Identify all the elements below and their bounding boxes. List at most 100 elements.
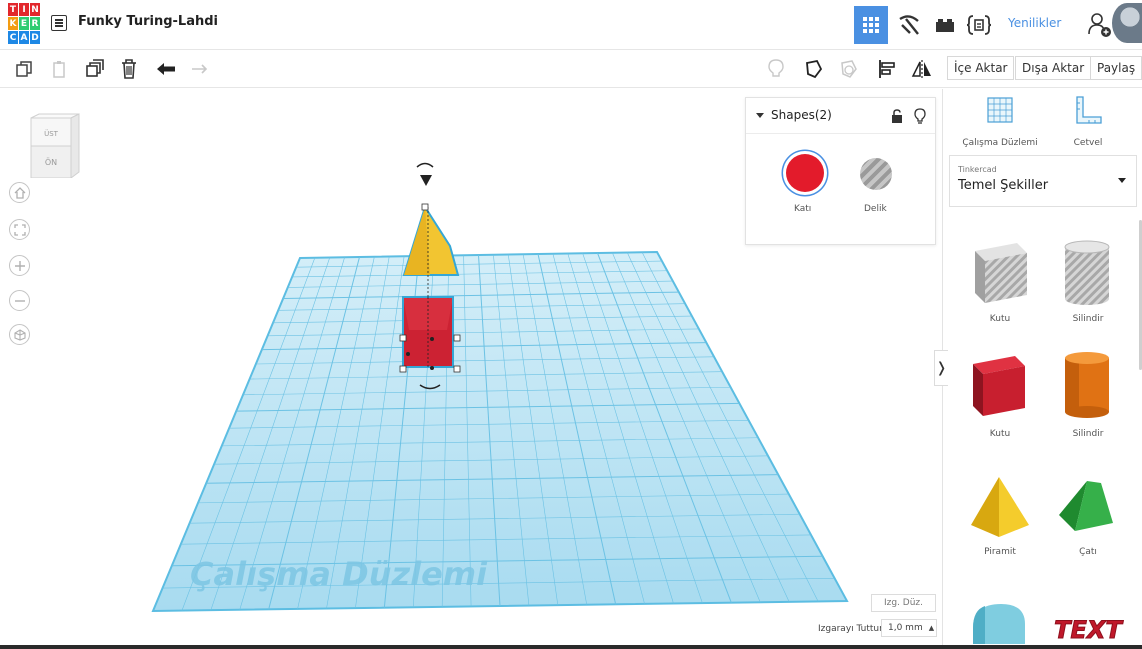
- user-avatar[interactable]: [1112, 3, 1142, 43]
- fit-view-icon[interactable]: [9, 219, 30, 240]
- roof-icon: [1059, 481, 1113, 531]
- library-source: Tinkercad: [958, 165, 997, 174]
- box-icon: [973, 356, 1025, 416]
- shape-label: Silindir: [1072, 314, 1104, 324]
- logo-letter: D: [30, 31, 40, 44]
- edit-grid-button[interactable]: Izg. Düz.: [871, 594, 936, 612]
- pickaxe-icon: [899, 15, 919, 35]
- mirror-icon[interactable]: [911, 58, 933, 80]
- chevron-up-icon: ▲: [928, 624, 935, 632]
- shape-tile[interactable]: Piramit: [955, 469, 1045, 569]
- shape-label: Silindir: [1072, 429, 1104, 439]
- shape-label: Kutu: [989, 429, 1011, 439]
- top-bar: T I N K E R C A D Funky Turing-Lahdi Yen…: [0, 0, 1142, 50]
- edit-toolbar: İçe Aktar Dışa Aktar Paylaş: [0, 50, 1142, 88]
- shape-tile[interactable]: Kutu: [955, 344, 1045, 444]
- workplane-grid-icon: [987, 97, 1013, 123]
- resize-handle[interactable]: [421, 203, 429, 211]
- zoom-out-icon[interactable]: [9, 290, 30, 311]
- hole-swatch[interactable]: [860, 158, 892, 190]
- logo-letter: I: [19, 3, 29, 16]
- chevron-right-icon: ❭: [935, 360, 948, 376]
- lock-icon[interactable]: [891, 109, 903, 123]
- logo-letter: A: [19, 31, 29, 44]
- news-link[interactable]: Yenilikler: [1008, 16, 1061, 30]
- shape-tile[interactable]: [955, 594, 1045, 649]
- workplane-grid[interactable]: Çalışma Düzlemi: [151, 250, 849, 613]
- view-circuits-button[interactable]: [892, 6, 926, 44]
- duplicate-icon[interactable]: [83, 58, 105, 80]
- shape-inspector-header: Shapes(2): [746, 98, 935, 134]
- svg-text:TEXT: TEXT: [1054, 616, 1123, 644]
- shape-tile[interactable]: Çatı: [1043, 469, 1133, 569]
- export-button[interactable]: Dışa Aktar: [1015, 56, 1092, 80]
- copy-icon[interactable]: [13, 58, 35, 80]
- perspective-icon[interactable]: [9, 324, 30, 345]
- undo-icon[interactable]: [155, 58, 177, 80]
- shape-tile[interactable]: Silindir: [1043, 344, 1133, 444]
- viewcube-top-label: ÜST: [44, 129, 59, 138]
- view-bricks-button[interactable]: [928, 6, 962, 44]
- note-icon[interactable]: [803, 58, 825, 80]
- design-title[interactable]: Funky Turing-Lahdi: [78, 14, 218, 29]
- design-list-icon[interactable]: [51, 15, 67, 31]
- shape-inspector-panel: Shapes(2) Katı Delik: [745, 97, 936, 245]
- snap-grid-label: Izgarayı Tuttur: [818, 624, 883, 634]
- zoom-in-icon[interactable]: [9, 255, 30, 276]
- redo-icon: [190, 58, 212, 80]
- library-name: Temel Şekiller: [958, 178, 1049, 193]
- collapse-caret-icon[interactable]: [756, 113, 764, 118]
- logo-letter: T: [8, 3, 18, 16]
- workplane-watermark: Çalışma Düzlemi: [190, 555, 488, 593]
- logo-letter: R: [30, 17, 40, 30]
- solid-color-swatch[interactable]: [786, 154, 824, 192]
- collapse-sidebar-button[interactable]: ❭: [934, 350, 948, 386]
- shape-tile[interactable]: Kutu: [955, 231, 1045, 331]
- shape-library-dropdown[interactable]: Tinkercad Temel Şekiller: [949, 155, 1137, 207]
- import-button[interactable]: İçe Aktar: [947, 56, 1015, 80]
- tinkercad-logo[interactable]: T I N K E R C A D: [8, 3, 40, 45]
- trash-icon[interactable]: [118, 58, 140, 80]
- shape-tile[interactable]: TEXT: [1043, 594, 1133, 649]
- resize-handle[interactable]: [399, 334, 407, 342]
- snap-grid-value: 1,0 mm: [888, 623, 923, 633]
- window-bottom-edge: [0, 645, 1142, 649]
- hole-label: Delik: [864, 204, 887, 214]
- add-user-icon[interactable]: [1088, 12, 1112, 42]
- logo-letter: N: [30, 3, 40, 16]
- shape-label: Kutu: [989, 314, 1011, 324]
- code-braces-icon: [966, 15, 992, 35]
- dropdown-arrow-icon: [1118, 178, 1126, 183]
- lightbulb-icon[interactable]: [914, 108, 926, 124]
- resize-handle[interactable]: [399, 365, 407, 373]
- workplane-tool-label: Çalışma Düzlemi: [962, 138, 1038, 148]
- shape-label: Çatı: [1079, 547, 1097, 557]
- cylinder-icon: [1065, 352, 1109, 418]
- logo-letter: C: [8, 31, 18, 44]
- shape-inspector-title: Shapes(2): [771, 108, 832, 122]
- shape-label: Piramit: [984, 547, 1016, 557]
- resize-handle[interactable]: [453, 365, 461, 373]
- view-3d-design-button[interactable]: [854, 6, 888, 44]
- view-codeblocks-button[interactable]: [962, 6, 996, 44]
- ruler-note-icon: [838, 58, 860, 80]
- align-icon[interactable]: [876, 58, 898, 80]
- grid-icon: [863, 17, 879, 33]
- view-cube[interactable]: ÜST ÖN: [27, 112, 81, 179]
- logo-letter: K: [8, 17, 18, 30]
- share-button[interactable]: Paylaş: [1090, 56, 1142, 80]
- resize-handle[interactable]: [453, 334, 461, 342]
- round-roof-icon: [973, 604, 1025, 644]
- rotate-handle[interactable]: [416, 162, 434, 168]
- shape-tile[interactable]: Silindir: [1043, 231, 1133, 331]
- workplane-tool[interactable]: Çalışma Düzlemi: [955, 95, 1045, 148]
- logo-letter: E: [19, 17, 29, 30]
- ruler-icon: [1076, 96, 1102, 124]
- ruler-tool[interactable]: Cetvel: [1043, 95, 1133, 148]
- viewcube-front-label: ÖN: [45, 157, 57, 167]
- home-view-icon[interactable]: [9, 182, 30, 203]
- lift-handle[interactable]: [420, 175, 432, 186]
- hole-cylinder-icon: [1064, 240, 1110, 305]
- hole-box-icon: [975, 243, 1027, 303]
- snap-grid-select[interactable]: 1,0 mm ▲: [881, 619, 937, 637]
